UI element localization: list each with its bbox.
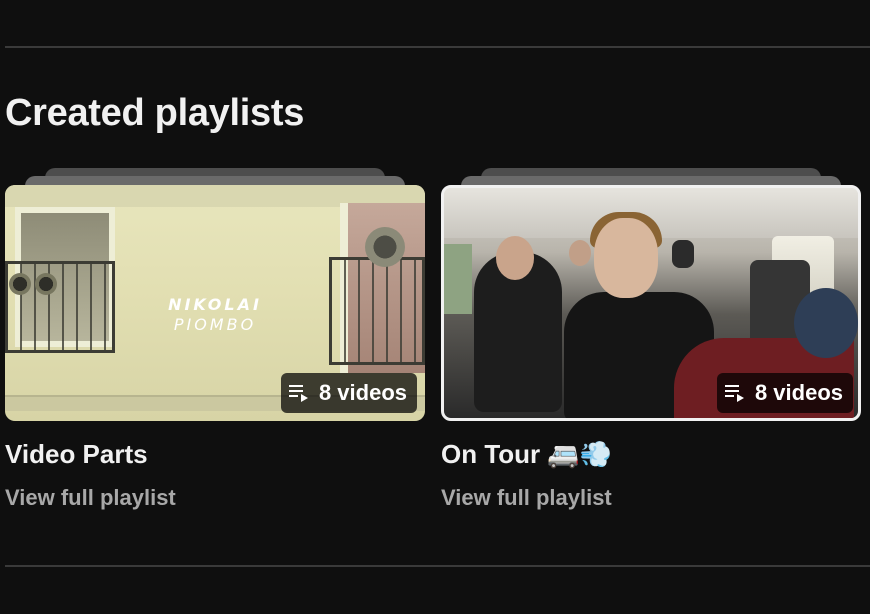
playlist-title[interactable]: Video Parts (5, 439, 148, 470)
view-full-playlist-link[interactable]: View full playlist (441, 485, 612, 511)
playlist-thumbnail[interactable]: 8 videos (441, 185, 861, 421)
thumbnail-text-line2: PIOMBO (173, 315, 257, 334)
section-title: Created playlists (5, 92, 305, 134)
video-count-badge: 8 videos (280, 373, 417, 413)
video-count: 8 videos (754, 380, 843, 405)
playlist-thumbnail[interactable]: NIKOLAI PIOMBO 8 videos (5, 185, 425, 421)
video-count: 8 videos (318, 380, 407, 405)
thumbnail-person-head (569, 240, 591, 266)
view-full-playlist-link[interactable]: View full playlist (5, 485, 176, 511)
thumbnail-person-head (594, 218, 658, 298)
thumbnail-van-window (444, 244, 472, 314)
thumbnail-person-cap (794, 288, 858, 358)
thumbnail-text-line1: NIKOLAI (168, 295, 262, 314)
bottom-divider (5, 565, 870, 567)
thumbnail-person-head (496, 236, 534, 280)
thumbnail-title-overlay: NIKOLAI PIOMBO (5, 295, 425, 335)
playlist-queue-icon (724, 385, 744, 402)
thumbnail-seat (672, 240, 694, 268)
video-count-badge: 8 videos (716, 373, 853, 413)
top-divider (5, 46, 870, 48)
playlist-title[interactable]: On Tour 🚐💨 (441, 439, 612, 470)
thumbnail-ac-unit (9, 273, 31, 295)
thumbnail-ac-unit (365, 227, 405, 267)
thumbnail-ac-unit (35, 273, 57, 295)
playlist-queue-icon (288, 385, 308, 402)
